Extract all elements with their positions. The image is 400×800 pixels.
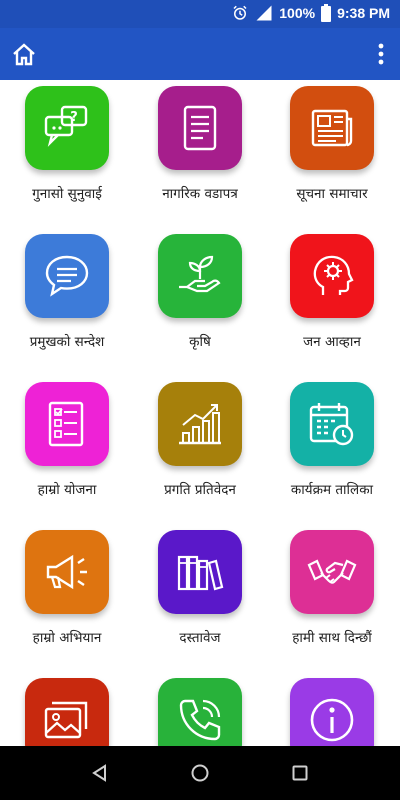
system-nav-bar — [0, 746, 400, 800]
home-circle-icon — [191, 764, 209, 782]
tile-icon-box — [25, 234, 109, 318]
tile-news[interactable]: सूचना समाचार — [267, 86, 397, 202]
tile-icon-box: ? — [25, 86, 109, 170]
tile-label: कार्यक्रम तालिका — [290, 482, 374, 498]
tile-icon-box — [290, 678, 374, 746]
tile-icon-box — [290, 382, 374, 466]
tile-label: हाम्रो योजना — [37, 482, 97, 498]
tile-icon-box — [290, 234, 374, 318]
tile-label: हामी साथ दिन्छौं — [292, 630, 372, 646]
tile-label: सूचना समाचार — [296, 186, 368, 202]
back-button[interactable] — [90, 763, 110, 787]
home-nav-button[interactable] — [190, 763, 210, 787]
back-triangle-icon — [92, 764, 106, 782]
recents-square-icon — [292, 765, 308, 781]
phone-call-icon — [179, 699, 221, 741]
growth-chart-icon — [179, 404, 221, 445]
tile-gallery[interactable] — [2, 678, 132, 746]
tile-program-schedule[interactable]: कार्यक्रम तालिका — [267, 382, 397, 498]
message-bubble-icon — [45, 255, 89, 297]
tile-we-support[interactable]: हामी साथ दिन्छौं — [267, 530, 397, 646]
tile-icon-box — [158, 86, 242, 170]
home-icon — [13, 43, 35, 66]
recents-button[interactable] — [292, 765, 308, 785]
handshake-icon — [307, 559, 357, 584]
tile-icon-box — [158, 382, 242, 466]
tile-label: नागरिक वडापत्र — [162, 186, 238, 202]
tile-icon-box — [290, 530, 374, 614]
head-gear-icon — [313, 255, 354, 295]
status-icons: 100% 9:38 PM — [231, 4, 390, 22]
tile-info[interactable] — [267, 678, 397, 746]
signal-icon — [256, 5, 272, 21]
menu-grid: ? गुनासो सुनुवाई नागरिक वडापत्र सूचना सम… — [0, 80, 400, 746]
tile-our-plan[interactable]: हाम्रो योजना — [2, 382, 132, 498]
battery-percent: 100% — [279, 5, 316, 21]
checklist-icon — [48, 401, 84, 447]
plant-hand-icon — [179, 255, 221, 293]
tile-progress-report[interactable]: प्रगति प्रतिवेदन — [135, 382, 265, 498]
tile-our-campaign[interactable]: हाम्रो अभियान — [2, 530, 132, 646]
gallery-icon — [44, 701, 88, 739]
tile-label: प्रगति प्रतिवेदन — [164, 482, 236, 498]
tile-icon-box — [25, 530, 109, 614]
app-bar — [0, 28, 400, 80]
alarm-icon — [233, 5, 247, 20]
tile-label: जन आव्हान — [303, 334, 361, 350]
books-icon — [177, 555, 224, 591]
tile-agriculture[interactable]: कृषि — [135, 234, 265, 350]
newspaper-icon — [311, 109, 353, 147]
document-list-icon — [183, 105, 217, 151]
tile-complaint-hearing[interactable]: ? गुनासो सुनुवाई — [2, 86, 132, 202]
tile-label: हाम्रो अभियान — [32, 630, 102, 646]
tile-icon-box — [158, 678, 242, 746]
tile-label: कृषि — [189, 334, 211, 350]
tile-icon-box — [158, 530, 242, 614]
more-vert-icon — [378, 43, 384, 65]
calendar-clock-icon — [309, 403, 354, 446]
svg-text:?: ? — [70, 110, 78, 125]
tile-chief-message[interactable]: प्रमुखको सन्देश — [2, 234, 132, 350]
info-icon — [310, 698, 354, 742]
tile-icon-box — [158, 234, 242, 318]
tile-label: प्रमुखको सन्देश — [29, 334, 105, 350]
battery-icon — [321, 4, 332, 22]
chat-question-icon: ? — [44, 105, 88, 147]
tile-icon-box — [25, 382, 109, 466]
status-bar: 100% 9:38 PM — [0, 0, 400, 28]
tile-icon-box — [290, 86, 374, 170]
tile-citizen-charter[interactable]: नागरिक वडापत्र — [135, 86, 265, 202]
tile-label: गुनासो सुनुवाई — [32, 186, 102, 202]
tile-documents[interactable]: दस्तावेज — [135, 530, 265, 646]
tile-public-appeal[interactable]: जन आव्हान — [267, 234, 397, 350]
overflow-menu-button[interactable] — [376, 42, 386, 66]
clock: 9:38 PM — [337, 5, 390, 21]
home-button[interactable] — [10, 40, 38, 68]
megaphone-icon — [46, 554, 87, 590]
tile-contact[interactable] — [135, 678, 265, 746]
tile-label: दस्तावेज — [179, 630, 221, 646]
tile-icon-box — [25, 678, 109, 746]
